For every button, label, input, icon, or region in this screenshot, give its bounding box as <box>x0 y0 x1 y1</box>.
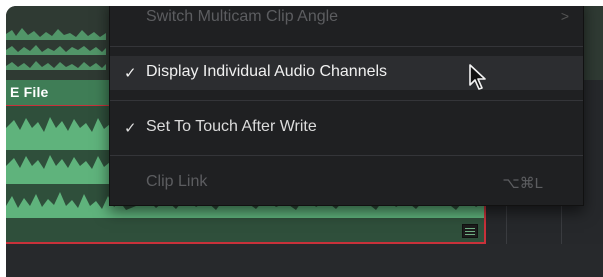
menu-item-clip-link[interactable]: Clip Link ⌥⌘L <box>110 166 583 200</box>
menu-item-label: Switch Multicam Clip Angle <box>146 8 339 25</box>
menu-item-switch-multicam-clip-angle[interactable]: Switch Multicam Clip Angle > <box>110 6 583 35</box>
menu-item-label: Clip Link <box>146 173 208 190</box>
checkmark-icon: ✓ <box>124 120 137 137</box>
menu-item-set-to-touch-after-write[interactable]: ✓ Set To Touch After Write <box>110 111 583 145</box>
clip-name: E File <box>10 84 49 100</box>
menu-separator <box>110 100 583 101</box>
menu-item-label: Display Individual Audio Channels <box>146 63 388 80</box>
menu-item-shortcut: ⌥⌘L <box>502 175 543 192</box>
timeline-panel: E File Switch Multicam Clip Angle > ✓ Di… <box>6 6 603 277</box>
clip-context-menu: Switch Multicam Clip Angle > ✓ Display I… <box>109 6 584 206</box>
clip-audio-meter-icon[interactable] <box>462 224 478 238</box>
menu-separator <box>110 46 583 47</box>
menu-item-display-individual-audio-channels[interactable]: ✓ Display Individual Audio Channels <box>110 56 583 90</box>
submenu-chevron-icon: > <box>560 8 569 24</box>
menu-item-label: Set To Touch After Write <box>146 118 317 135</box>
timeline-empty-lane <box>6 244 603 277</box>
mouse-pointer-icon <box>469 64 486 90</box>
menu-separator <box>110 155 583 156</box>
checkmark-icon: ✓ <box>124 65 137 82</box>
